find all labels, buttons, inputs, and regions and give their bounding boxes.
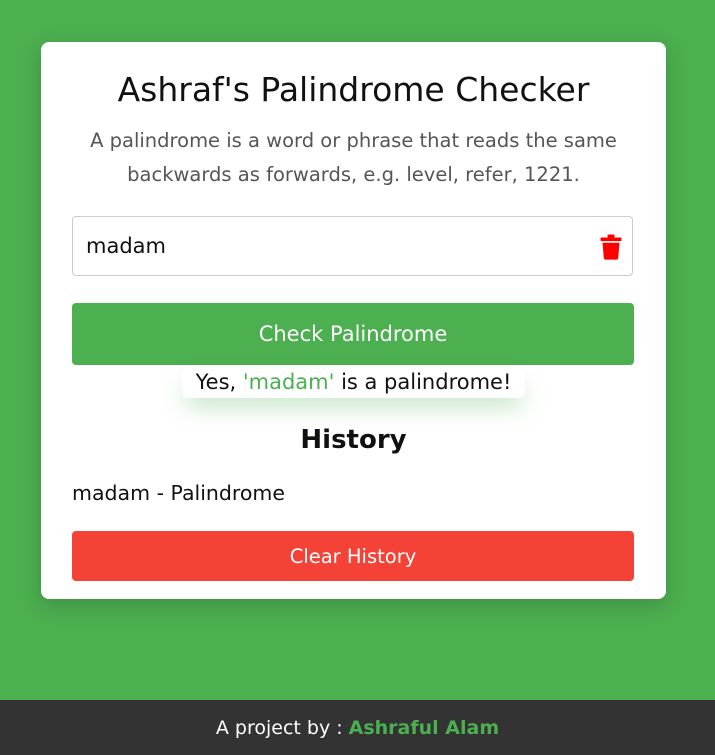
result-message: Yes, 'madam' is a palindrome!: [41, 368, 666, 398]
author-name: Ashraful Alam: [348, 716, 500, 739]
footer: A project by : Ashraful Alam: [0, 700, 715, 755]
trash-icon[interactable]: [600, 234, 622, 260]
result-text: Yes, 'madam' is a palindrome!: [182, 368, 526, 398]
word-input[interactable]: [86, 217, 586, 275]
history-list: madam - Palindrome: [72, 481, 285, 505]
history-heading: History: [300, 425, 407, 455]
description: A palindrome is a word or phrase that re…: [90, 129, 617, 186]
footer-prefix: A project by :: [215, 716, 343, 739]
result-word: 'madam': [242, 370, 335, 394]
input-container: [72, 216, 633, 276]
check-palindrome-button[interactable]: Check Palindrome: [72, 303, 634, 365]
result-prefix: Yes,: [195, 370, 243, 394]
checker-card: Ashraf's Palindrome Checker A palindrome…: [41, 42, 666, 599]
history-item: madam - Palindrome: [72, 481, 286, 505]
clear-history-button[interactable]: Clear History: [72, 531, 634, 581]
page-title: Ashraf's Palindrome Checker: [117, 70, 590, 109]
result-suffix: is a palindrome!: [334, 370, 512, 394]
